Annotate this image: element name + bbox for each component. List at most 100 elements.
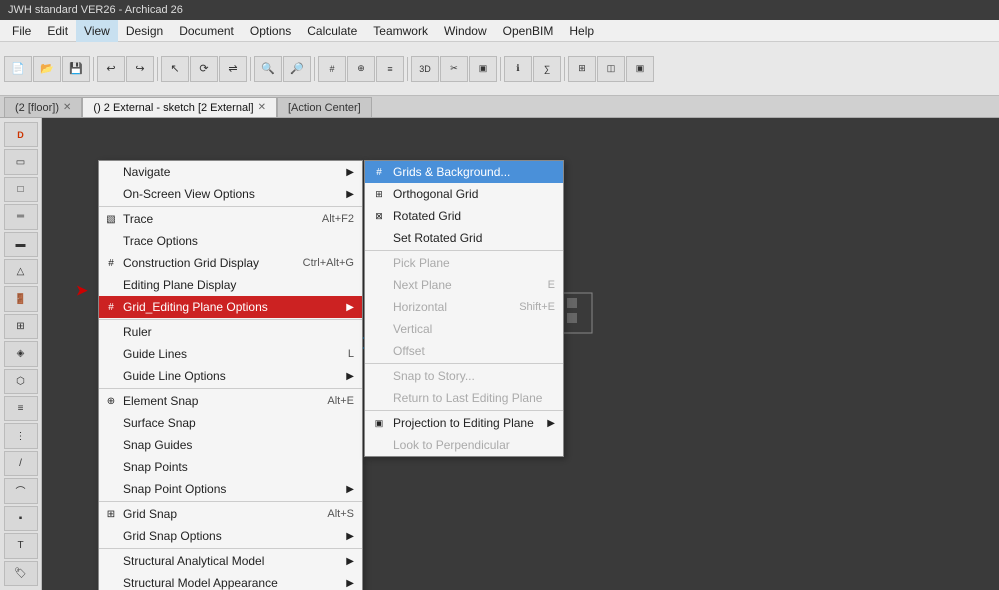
tab-external-sketch-label: () 2 External - sketch [2 External] <box>93 102 253 114</box>
tb-open[interactable]: 📂 <box>33 56 61 82</box>
sub-div3 <box>365 410 563 411</box>
sidebar-stair[interactable]: ≡ <box>4 396 38 421</box>
menu-view[interactable]: View <box>76 20 118 42</box>
tb-right1[interactable]: ⊞ <box>568 56 596 82</box>
menu-snap-points[interactable]: Snap Points <box>99 456 362 478</box>
sidebar-roof[interactable]: △ <box>4 259 38 284</box>
submenu-snap-to-story[interactable]: Snap to Story... <box>365 365 563 387</box>
submenu-set-rotated-grid[interactable]: Set Rotated Grid <box>365 227 563 249</box>
tb-new[interactable]: 📄 <box>4 56 32 82</box>
sidebar-arc[interactable]: ⌒ <box>4 478 38 503</box>
sidebar-label[interactable]: 🏷 <box>4 561 38 586</box>
menu-teamwork[interactable]: Teamwork <box>365 20 436 42</box>
tb-layer[interactable]: ≡ <box>376 56 404 82</box>
menu-surface-snap[interactable]: Surface Snap <box>99 412 362 434</box>
menu-grid-snap-options[interactable]: Grid Snap Options ▶ <box>99 525 362 547</box>
menu-element-snap[interactable]: ⊕ Element Snap Alt+E <box>99 390 362 412</box>
menu-ruler[interactable]: Ruler <box>99 321 362 343</box>
tb-grid[interactable]: # <box>318 56 346 82</box>
menu-snap-point-options[interactable]: Snap Point Options ▶ <box>99 478 362 500</box>
tb-info[interactable]: ℹ <box>504 56 532 82</box>
submenu-horizontal[interactable]: Horizontal Shift+E <box>365 296 563 318</box>
menu-help[interactable]: Help <box>561 20 602 42</box>
menu-grid-snap[interactable]: ⊞ Grid Snap Alt+S <box>99 503 362 525</box>
sidebar-morph[interactable]: ⬡ <box>4 369 38 394</box>
grid-editing-arrow: ▶ <box>346 302 354 313</box>
sidebar-design[interactable]: D <box>4 122 38 147</box>
sidebar-fill[interactable]: ▪ <box>4 506 38 531</box>
menu-trace-options[interactable]: Trace Options <box>99 230 362 252</box>
submenu-rotated-grid[interactable]: ⊠ Rotated Grid <box>365 205 563 227</box>
tb-section[interactable]: ✂ <box>440 56 468 82</box>
trace-icon: ▧ <box>101 209 121 229</box>
grid-snap-options-arrow: ▶ <box>346 531 354 542</box>
tab-action-center[interactable]: [Action Center] <box>277 97 372 117</box>
tab-floor-close[interactable]: ✕ <box>63 102 71 113</box>
menu-openbim[interactable]: OpenBIM <box>495 20 562 42</box>
tb-right3[interactable]: ▣ <box>626 56 654 82</box>
tb-3d[interactable]: 3D <box>411 56 439 82</box>
menu-document[interactable]: Document <box>171 20 242 42</box>
sidebar-line[interactable]: / <box>4 451 38 476</box>
submenu-grids-background[interactable]: # Grids & Background... <box>365 161 563 183</box>
onscreen-arrow: ▶ <box>346 189 354 200</box>
grids-background-icon: # <box>369 162 389 182</box>
tab-external-sketch-close[interactable]: ✕ <box>258 102 266 113</box>
submenu-look-perpendicular[interactable]: Look to Perpendicular <box>365 434 563 456</box>
submenu-return-last[interactable]: Return to Last Editing Plane <box>365 387 563 409</box>
submenu-orthogonal-grid[interactable]: ⊞ Orthogonal Grid <box>365 183 563 205</box>
sidebar-window[interactable]: ⊞ <box>4 314 38 339</box>
tb-redo[interactable]: ↪ <box>126 56 154 82</box>
guide-lines-shortcut: L <box>348 348 354 360</box>
menu-structural-appearance[interactable]: Structural Model Appearance ▶ <box>99 572 362 590</box>
submenu-next-plane[interactable]: Next Plane E <box>365 274 563 296</box>
grid-snap-icon: ⊞ <box>101 504 121 524</box>
tb-zoom-out[interactable]: 🔎 <box>283 56 311 82</box>
menu-guideline-options[interactable]: Guide Line Options ▶ <box>99 365 362 387</box>
div2 <box>99 319 362 320</box>
tb-undo[interactable]: ↩ <box>97 56 125 82</box>
sidebar-railing[interactable]: ⋮ <box>4 423 38 448</box>
tb-calc[interactable]: ∑ <box>533 56 561 82</box>
snap-point-options-arrow: ▶ <box>346 484 354 495</box>
sidebar-door[interactable]: 🚪 <box>4 286 38 311</box>
submenu-projection[interactable]: ▣ Projection to Editing Plane ▶ <box>365 412 563 434</box>
tb-sep7 <box>564 57 565 81</box>
structural-appearance-arrow: ▶ <box>346 578 354 589</box>
tb-select[interactable]: ↖ <box>161 56 189 82</box>
menu-structural[interactable]: Structural Analytical Model ▶ <box>99 550 362 572</box>
menu-grid-editing[interactable]: # Grid_Editing Plane Options ▶ <box>99 296 362 318</box>
menu-construction-grid[interactable]: # Construction Grid Display Ctrl+Alt+G <box>99 252 362 274</box>
menu-guide-lines[interactable]: Guide Lines L <box>99 343 362 365</box>
menu-file[interactable]: File <box>4 20 39 42</box>
sidebar-slab[interactable]: ▬ <box>4 232 38 257</box>
element-snap-shortcut: Alt+E <box>327 395 354 407</box>
submenu-vertical[interactable]: Vertical <box>365 318 563 340</box>
tb-zoom-in[interactable]: 🔍 <box>254 56 282 82</box>
tab-floor[interactable]: (2 [floor]) ✕ <box>4 97 82 117</box>
submenu-pick-plane[interactable]: Pick Plane <box>365 252 563 274</box>
tb-right2[interactable]: ◫ <box>597 56 625 82</box>
menu-editing-plane[interactable]: Editing Plane Display <box>99 274 362 296</box>
tb-save[interactable]: 💾 <box>62 56 90 82</box>
menu-design[interactable]: Design <box>118 20 171 42</box>
tb-mirror[interactable]: ⇌ <box>219 56 247 82</box>
tb-rotate[interactable]: ⟳ <box>190 56 218 82</box>
menu-window[interactable]: Window <box>436 20 495 42</box>
tab-external-sketch[interactable]: () 2 External - sketch [2 External] ✕ <box>82 97 277 117</box>
sidebar-column[interactable]: □ <box>4 177 38 202</box>
menu-onscreen-options[interactable]: On-Screen View Options ▶ <box>99 183 362 205</box>
menu-options[interactable]: Options <box>242 20 299 42</box>
sidebar-object[interactable]: ◈ <box>4 341 38 366</box>
submenu-offset[interactable]: Offset <box>365 340 563 362</box>
menu-calculate[interactable]: Calculate <box>299 20 365 42</box>
menu-trace[interactable]: ▧ Trace Alt+F2 <box>99 208 362 230</box>
tb-snap[interactable]: ⊕ <box>347 56 375 82</box>
menu-navigate[interactable]: Navigate ▶ <box>99 161 362 183</box>
tb-elev[interactable]: ▣ <box>469 56 497 82</box>
sidebar-beam[interactable]: ═ <box>4 204 38 229</box>
sidebar-text[interactable]: T <box>4 533 38 558</box>
menu-edit[interactable]: Edit <box>39 20 76 42</box>
menu-snap-guides[interactable]: Snap Guides <box>99 434 362 456</box>
sidebar-wall[interactable]: ▭ <box>4 149 38 174</box>
